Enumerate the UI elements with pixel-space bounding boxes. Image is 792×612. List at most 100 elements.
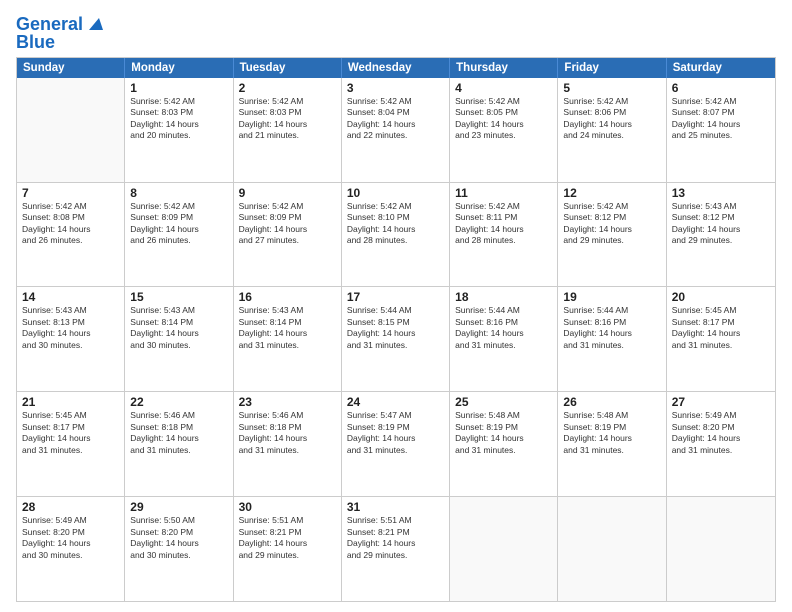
calendar-cell: 17Sunrise: 5:44 AMSunset: 8:15 PMDayligh… bbox=[342, 287, 450, 391]
day-number: 25 bbox=[455, 395, 552, 409]
calendar-body: 1 Sunrise: 5:42 AM Sunset: 8:03 PM Daylight… bbox=[17, 78, 775, 601]
cell-info-line: Sunset: 8:03 PM bbox=[130, 107, 227, 118]
day-number: 29 bbox=[130, 500, 227, 514]
day-number: 31 bbox=[347, 500, 444, 514]
cell-info-line: Sunrise: 5:51 AM bbox=[347, 515, 444, 526]
cell-info-line: Sunset: 8:19 PM bbox=[347, 422, 444, 433]
cell-info-line: and 31 minutes. bbox=[563, 445, 660, 456]
cell-info-line: Sunrise: 5:46 AM bbox=[130, 410, 227, 421]
cell-info-line: and 30 minutes. bbox=[130, 550, 227, 561]
cell-info-line: and 26 minutes. bbox=[130, 235, 227, 246]
header: General Blue bbox=[16, 12, 776, 53]
cell-info-line: and 31 minutes. bbox=[672, 340, 770, 351]
cell-info-line: Sunset: 8:20 PM bbox=[130, 527, 227, 538]
cell-info-line: Sunset: 8:14 PM bbox=[130, 317, 227, 328]
calendar-cell: 24Sunrise: 5:47 AMSunset: 8:19 PMDayligh… bbox=[342, 392, 450, 496]
cell-info-line: Daylight: 14 hours bbox=[239, 433, 336, 444]
cell-info-line: Sunrise: 5:45 AM bbox=[672, 305, 770, 316]
cell-info-line: Daylight: 14 hours bbox=[347, 328, 444, 339]
day-number: 15 bbox=[130, 290, 227, 304]
cell-info-line: and 27 minutes. bbox=[239, 235, 336, 246]
cell-info-line: Daylight: 14 hours bbox=[22, 224, 119, 235]
day-number: 14 bbox=[22, 290, 119, 304]
cell-info-line: Sunrise: 5:43 AM bbox=[672, 201, 770, 212]
cell-info-line: and 31 minutes. bbox=[347, 445, 444, 456]
cell-info-line: and 31 minutes. bbox=[239, 445, 336, 456]
cell-info-line: Sunrise: 5:49 AM bbox=[672, 410, 770, 421]
calendar-row-1: 7Sunrise: 5:42 AMSunset: 8:08 PMDaylight… bbox=[17, 183, 775, 288]
logo-text2: Blue bbox=[16, 33, 55, 53]
cell-info-line: Daylight: 14 hours bbox=[563, 433, 660, 444]
calendar-row-2: 14Sunrise: 5:43 AMSunset: 8:13 PMDayligh… bbox=[17, 287, 775, 392]
cell-info-line: Daylight: 14 hours bbox=[347, 538, 444, 549]
cell-info-line: Sunrise: 5:48 AM bbox=[455, 410, 552, 421]
cell-info-line: and 30 minutes. bbox=[22, 340, 119, 351]
cell-info-line: and 30 minutes. bbox=[130, 340, 227, 351]
cell-info-line: Sunset: 8:21 PM bbox=[347, 527, 444, 538]
cell-info-line: Daylight: 14 hours bbox=[563, 224, 660, 235]
day-number: 17 bbox=[347, 290, 444, 304]
cell-info-line: Sunrise: 5:42 AM bbox=[347, 201, 444, 212]
day-number: 7 bbox=[22, 186, 119, 200]
cell-info-line: Daylight: 14 hours bbox=[455, 224, 552, 235]
cell-info-line: Sunrise: 5:42 AM bbox=[563, 201, 660, 212]
cell-info-line: and 25 minutes. bbox=[672, 130, 770, 141]
cell-info-line: Sunrise: 5:43 AM bbox=[239, 305, 336, 316]
day-number: 11 bbox=[455, 186, 552, 200]
calendar-cell: 20Sunrise: 5:45 AMSunset: 8:17 PMDayligh… bbox=[667, 287, 775, 391]
cell-info-line: and 29 minutes. bbox=[347, 550, 444, 561]
calendar-cell: 10Sunrise: 5:42 AMSunset: 8:10 PMDayligh… bbox=[342, 183, 450, 287]
cell-info-line: Daylight: 14 hours bbox=[130, 433, 227, 444]
calendar-cell: 3Sunrise: 5:42 AMSunset: 8:04 PMDaylight… bbox=[342, 78, 450, 182]
day-number: 23 bbox=[239, 395, 336, 409]
day-number: 1 bbox=[130, 81, 227, 95]
cell-info-line: Sunrise: 5:43 AM bbox=[130, 305, 227, 316]
cell-info-line: Sunset: 8:19 PM bbox=[455, 422, 552, 433]
calendar-cell bbox=[17, 78, 125, 182]
cell-info-line: and 31 minutes. bbox=[347, 340, 444, 351]
cell-info-line: and 30 minutes. bbox=[22, 550, 119, 561]
calendar-cell: 15Sunrise: 5:43 AMSunset: 8:14 PMDayligh… bbox=[125, 287, 233, 391]
cell-info-line: Sunset: 8:03 PM bbox=[239, 107, 336, 118]
cell-info-line: Sunrise: 5:45 AM bbox=[22, 410, 119, 421]
cell-info-line: and 20 minutes. bbox=[130, 130, 227, 141]
cell-info-line: Sunset: 8:04 PM bbox=[347, 107, 444, 118]
cell-info-line: and 22 minutes. bbox=[347, 130, 444, 141]
cell-info-line: Daylight: 14 hours bbox=[672, 433, 770, 444]
cell-info-line: Sunrise: 5:49 AM bbox=[22, 515, 119, 526]
calendar-cell bbox=[558, 497, 666, 601]
cell-info-line: Sunrise: 5:42 AM bbox=[455, 201, 552, 212]
cell-info-line: Sunset: 8:18 PM bbox=[130, 422, 227, 433]
calendar-cell: 25Sunrise: 5:48 AMSunset: 8:19 PMDayligh… bbox=[450, 392, 558, 496]
calendar-cell bbox=[450, 497, 558, 601]
calendar-cell: 12Sunrise: 5:42 AMSunset: 8:12 PMDayligh… bbox=[558, 183, 666, 287]
cell-info-line: Daylight: 14 hours bbox=[22, 328, 119, 339]
cell-info-line: Daylight: 14 hours bbox=[563, 119, 660, 130]
day-number: 13 bbox=[672, 186, 770, 200]
cell-info-line: Sunrise: 5:42 AM bbox=[130, 201, 227, 212]
cell-info-line: and 29 minutes. bbox=[563, 235, 660, 246]
calendar-cell: 9Sunrise: 5:42 AMSunset: 8:09 PMDaylight… bbox=[234, 183, 342, 287]
header-day-thursday: Thursday bbox=[450, 58, 558, 78]
cell-info-line: Sunset: 8:10 PM bbox=[347, 212, 444, 223]
cell-info-line: Sunset: 8:13 PM bbox=[22, 317, 119, 328]
calendar-cell: 31Sunrise: 5:51 AMSunset: 8:21 PMDayligh… bbox=[342, 497, 450, 601]
cell-info-line: Daylight: 14 hours bbox=[455, 433, 552, 444]
cell-info-line: Sunrise: 5:42 AM bbox=[563, 96, 660, 107]
day-number: 22 bbox=[130, 395, 227, 409]
cell-info-line: and 23 minutes. bbox=[455, 130, 552, 141]
cell-info-line: and 29 minutes. bbox=[672, 235, 770, 246]
cell-info-line: and 21 minutes. bbox=[239, 130, 336, 141]
day-number: 26 bbox=[563, 395, 660, 409]
cell-info-line: Sunset: 8:11 PM bbox=[455, 212, 552, 223]
cell-info-line: Daylight: 14 hours bbox=[347, 224, 444, 235]
day-number: 21 bbox=[22, 395, 119, 409]
calendar-cell: 13Sunrise: 5:43 AMSunset: 8:12 PMDayligh… bbox=[667, 183, 775, 287]
cell-info-line: Daylight: 14 hours bbox=[455, 119, 552, 130]
cell-info-line: Sunrise: 5:42 AM bbox=[239, 201, 336, 212]
cell-info-line: Sunrise: 5:46 AM bbox=[239, 410, 336, 421]
cell-info-line: Daylight: 14 hours bbox=[672, 328, 770, 339]
day-number: 2 bbox=[239, 81, 336, 95]
cell-info-line: and 24 minutes. bbox=[563, 130, 660, 141]
cell-info-line: Daylight: 14 hours bbox=[347, 119, 444, 130]
